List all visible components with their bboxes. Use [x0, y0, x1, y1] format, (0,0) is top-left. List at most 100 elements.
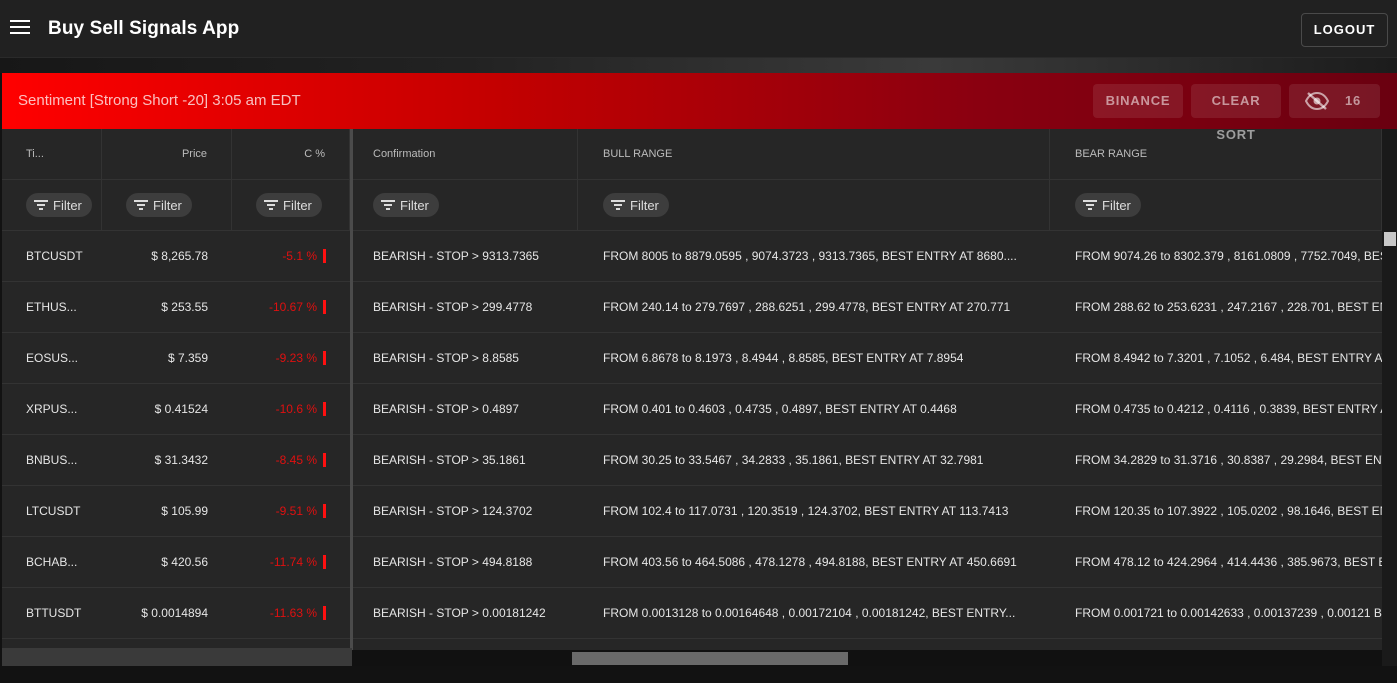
bear-range-cell: FROM 120.35 to 107.3922 , 105.0202 , 98.…	[1050, 486, 1382, 536]
change-value: -10.67 %	[268, 300, 317, 314]
filter-icon	[611, 200, 625, 210]
change-value: -11.74 %	[269, 555, 317, 569]
change-cell: -10.6 %	[232, 384, 350, 434]
signals-table: Ti... Price C % Confirmation BULL RANGE …	[2, 129, 1397, 666]
filter-icon	[264, 200, 278, 210]
filter-button-price[interactable]: Filter	[126, 193, 192, 217]
change-indicator	[323, 300, 326, 314]
filter-button-confirmation[interactable]: Filter	[373, 193, 439, 217]
bear-range-text: FROM 120.35 to 107.3922 , 105.0202 , 98.…	[1075, 504, 1382, 518]
column-header-ticker[interactable]: Ti...	[2, 129, 102, 179]
change-value: -5.1 %	[282, 249, 317, 263]
clear-sort-button[interactable]: CLEAR SORT	[1191, 84, 1281, 142]
column-header-bull-range[interactable]: BULL RANGE	[578, 129, 1050, 179]
change-cell: -9.23 %	[232, 333, 350, 383]
hidden-columns-button[interactable]: 16	[1289, 84, 1380, 118]
filter-cell-change: Filter	[232, 180, 350, 230]
column-header-confirmation[interactable]: Confirmation	[352, 129, 578, 179]
pinned-horizontal-scrollbar	[2, 648, 352, 666]
bull-range-cell: FROM 8005 to 8879.0595 , 9074.3723 , 931…	[578, 231, 1050, 281]
change-cell: -5.1 %	[232, 231, 350, 281]
exchange-button[interactable]: BINANCE	[1093, 84, 1183, 118]
confirmation-cell: BEARISH - STOP > 8.8585	[373, 351, 519, 365]
eye-off-icon	[1305, 92, 1329, 110]
bull-range-text: FROM 0.401 to 0.4603 , 0.4735 , 0.4897, …	[603, 402, 957, 416]
bull-range-text: FROM 6.8678 to 8.1973 , 8.4944 , 8.8585,…	[603, 351, 964, 365]
ticker-cell: LTCUSDT	[26, 504, 81, 518]
table-row[interactable]: BNBUS... $ 31.3432 -8.45 % BEARISH - STOP >…	[2, 435, 1382, 486]
bear-range-text: FROM 34.2829 to 31.3716 , 30.8387 , 29.2…	[1075, 453, 1382, 467]
bull-range-cell: FROM 0.401 to 0.4603 , 0.4735 , 0.4897, …	[578, 384, 1050, 434]
price-cell: $ 8,265.78	[151, 249, 208, 263]
change-indicator	[323, 249, 326, 263]
ticker-cell: BTCUSDT	[26, 249, 83, 263]
horizontal-scrollbar[interactable]	[352, 650, 1382, 666]
menu-icon[interactable]	[10, 20, 30, 36]
bull-range-text: FROM 403.56 to 464.5086 , 478.1278 , 494…	[603, 555, 1017, 569]
change-indicator	[323, 606, 326, 620]
table-row[interactable]: EOSUS... $ 7.359 -9.23 % BEARISH - STOP > 8…	[2, 333, 1382, 384]
logout-button[interactable]: LOGOUT	[1301, 13, 1388, 47]
column-header-bear-range[interactable]: BEAR RANGE	[1050, 129, 1382, 179]
change-value: -11.63 %	[269, 606, 317, 620]
vertical-scrollbar[interactable]	[1382, 129, 1397, 666]
change-indicator	[323, 504, 326, 518]
vertical-scroll-thumb[interactable]	[1384, 232, 1396, 246]
bull-range-text: FROM 30.25 to 33.5467 , 34.2833 , 35.186…	[603, 453, 984, 467]
filter-button-change[interactable]: Filter	[256, 193, 322, 217]
signals-panel: Sentiment [Strong Short -20] 3:05 am EDT…	[2, 73, 1397, 666]
app-title: Buy Sell Signals App	[48, 18, 240, 39]
table-row[interactable]: XRPUS... $ 0.41524 -10.6 % BEARISH - STOP >…	[2, 384, 1382, 435]
filter-button-bull-range[interactable]: Filter	[603, 193, 669, 217]
bull-range-cell: FROM 6.8678 to 8.1973 , 8.4944 , 8.8585,…	[578, 333, 1050, 383]
change-cell: -11.74 %	[232, 537, 350, 587]
sentiment-toolbar: Sentiment [Strong Short -20] 3:05 am EDT…	[2, 73, 1397, 142]
confirmation-cell: BEARISH - STOP > 299.4778	[373, 300, 533, 314]
bear-range-cell: FROM 0.001721 to 0.00142633 , 0.00137239…	[1050, 588, 1382, 638]
confirmation-cell: BEARISH - STOP > 0.4897	[373, 402, 519, 416]
bull-range-text: FROM 102.4 to 117.0731 , 120.3519 , 124.…	[603, 504, 1009, 518]
bear-range-text: FROM 8.4942 to 7.3201 , 7.1052 , 6.484, …	[1075, 351, 1382, 365]
sentiment-text: Sentiment [Strong Short -20] 3:05 am EDT	[18, 92, 301, 109]
filter-button-ticker[interactable]: Filter	[26, 193, 92, 217]
filter-button-bear-range[interactable]: Filter	[1075, 193, 1141, 217]
bear-range-text: FROM 0.4735 to 0.4212 , 0.4116 , 0.3839,…	[1075, 402, 1382, 416]
table-row[interactable]: BCHAB... $ 420.56 -11.74 % BEARISH - STOP >…	[2, 537, 1382, 588]
bull-range-text: FROM 8005 to 8879.0595 , 9074.3723 , 931…	[603, 249, 1017, 263]
table-row[interactable]: BTCUSDT $ 8,265.78 -5.1 % BEARISH - STOP > …	[2, 231, 1382, 282]
bear-range-cell: FROM 34.2829 to 31.3716 , 30.8387 , 29.2…	[1050, 435, 1382, 485]
bear-range-text: FROM 478.12 to 424.2964 , 414.4436 , 385…	[1075, 555, 1382, 569]
change-value: -8.45 %	[275, 453, 317, 467]
bear-range-cell: FROM 9074.26 to 8302.379 , 8161.0809 , 7…	[1050, 231, 1382, 281]
price-cell: $ 0.0014894	[141, 606, 208, 620]
filter-icon	[34, 200, 48, 210]
change-indicator	[323, 453, 326, 467]
ticker-cell: EOSUS...	[26, 351, 79, 365]
change-indicator	[323, 351, 326, 365]
filter-icon	[1083, 200, 1097, 210]
change-indicator	[323, 555, 326, 569]
confirmation-cell: BEARISH - STOP > 494.8188	[373, 555, 533, 569]
filter-cell-confirmation: Filter	[352, 180, 578, 230]
table-row[interactable]: ETHUS... $ 253.55 -10.67 % BEARISH - STOP >…	[2, 282, 1382, 333]
filter-cell-ticker: Filter	[2, 180, 102, 230]
table-row[interactable]: BTTUSDT $ 0.0014894 -11.63 % BEARISH - STOP…	[2, 588, 1382, 639]
change-value: -9.23 %	[275, 351, 317, 365]
horizontal-scroll-thumb[interactable]	[572, 652, 848, 665]
bull-range-text: FROM 240.14 to 279.7697 , 288.6251 , 299…	[603, 300, 1011, 314]
ticker-cell: XRPUS...	[26, 402, 78, 416]
column-header-change[interactable]: C %	[232, 129, 350, 179]
app-bar: Buy Sell Signals App LOGOUT	[0, 0, 1397, 58]
background-strip	[0, 58, 1397, 73]
bull-range-cell: FROM 403.56 to 464.5086 , 478.1278 , 494…	[578, 537, 1050, 587]
filter-cell-bull-range: Filter	[578, 180, 1050, 230]
bear-range-cell: FROM 8.4942 to 7.3201 , 7.1052 , 6.484, …	[1050, 333, 1382, 383]
bear-range-text: FROM 0.001721 to 0.00142633 , 0.00137239…	[1075, 606, 1382, 620]
change-cell: -8.45 %	[232, 435, 350, 485]
ticker-cell: BCHAB...	[26, 555, 78, 569]
table-row[interactable]: LTCUSDT $ 105.99 -9.51 % BEARISH - STOP > 1…	[2, 486, 1382, 537]
hidden-column-count: 16	[1345, 93, 1362, 108]
bear-range-text: FROM 9074.26 to 8302.379 , 8161.0809 , 7…	[1075, 249, 1382, 263]
column-header-price[interactable]: Price	[102, 129, 232, 179]
filter-row: Filter Filter Filter Filter Filter Filte…	[2, 180, 1382, 231]
